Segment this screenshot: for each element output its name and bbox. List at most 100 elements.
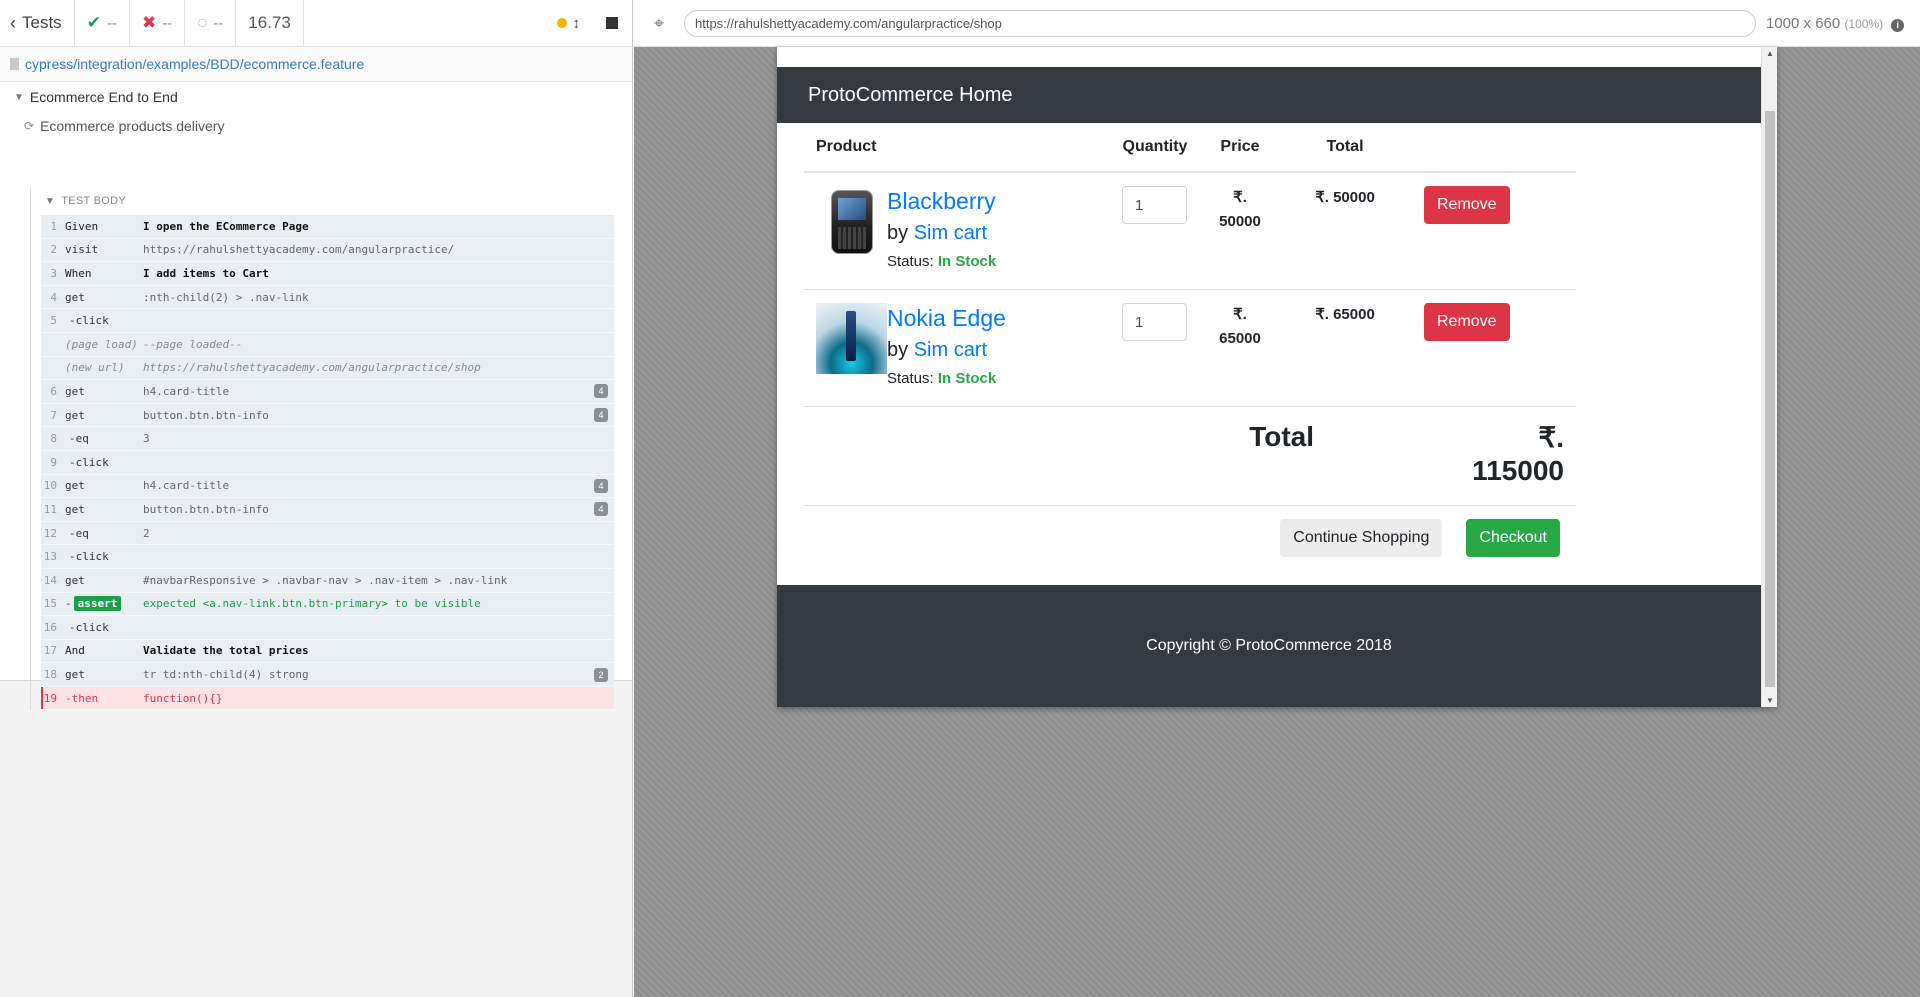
grand-total: ₹. 115000 xyxy=(1472,422,1564,486)
navbar-brand[interactable]: ProtoCommerce Home xyxy=(808,84,1013,107)
command-number: 10 xyxy=(43,479,57,493)
command-number: 16 xyxy=(43,620,57,634)
command-row[interactable]: 4 get:nth-child(2) > .nav-link xyxy=(41,285,614,310)
column-quantity: Quantity xyxy=(1122,138,1188,155)
command-message: :nth-child(2) > .nav-link xyxy=(143,290,309,304)
command-name: -then xyxy=(65,691,99,705)
reporter-panel: ‹ Tests ✔ -- ✖ -- ◌ -- 16.73 ↕ cypress/i… xyxy=(0,0,633,997)
quantity-input[interactable] xyxy=(1122,186,1187,224)
command-row[interactable]: 19 -then function(){} xyxy=(41,686,614,711)
remove-button[interactable]: Remove xyxy=(1424,303,1510,341)
quantity-input[interactable] xyxy=(1122,303,1187,341)
tests-button[interactable]: ‹ Tests xyxy=(0,0,75,47)
protocommerce-page: ProtoCommerce Home Product Quantity Pric… xyxy=(777,47,1761,570)
checkout-button[interactable]: Checkout xyxy=(1466,519,1560,557)
running-indicator-icon xyxy=(556,18,567,28)
command-number: 4 xyxy=(50,290,57,304)
column-product: Product xyxy=(816,138,877,155)
price-cell: ₹. 50000 xyxy=(1219,189,1261,230)
info-icon[interactable]: i xyxy=(1891,18,1905,32)
url-bar[interactable]: https://rahulshettyacademy.com/angularpr… xyxy=(684,9,1756,37)
command-row[interactable]: 8 -eq 3 xyxy=(41,427,614,451)
command-message: tr td:nth-child(4) strong xyxy=(143,668,309,682)
footer: Copyright © ProtoCommerce 2018 xyxy=(777,585,1761,707)
chevron-left-icon: ‹ xyxy=(10,12,16,33)
command-row[interactable]: 12 -eq 2 xyxy=(41,521,614,546)
seller-link[interactable]: Sim cart xyxy=(914,222,987,244)
command-message: 2 xyxy=(143,526,150,540)
command-name: -eq xyxy=(69,526,89,540)
suite-title[interactable]: ▼ Ecommerce End to End xyxy=(0,82,632,112)
command-name: get xyxy=(65,573,85,587)
command-event-row[interactable]: (page load) --page loaded-- xyxy=(41,332,614,357)
command-number: 8 xyxy=(50,432,57,446)
auto-scroll-icon[interactable]: ↕ xyxy=(573,15,581,32)
viewport-info: 1000 x 660 (100%) i xyxy=(1766,15,1905,32)
command-row[interactable]: 1 Given I open the ECommerce Page xyxy=(41,215,614,239)
command-name: Given xyxy=(65,219,99,233)
command-message: https://rahulshettyacademy.com/angularpr… xyxy=(143,361,481,375)
command-number: 6 xyxy=(50,384,57,398)
command-name: When xyxy=(65,266,92,280)
scroll-up-icon[interactable]: ▲ xyxy=(1762,49,1777,58)
seller-link[interactable]: Sim cart xyxy=(914,339,987,361)
command-number: 15 xyxy=(43,597,57,611)
copyright-text: Copyright © ProtoCommerce 2018 xyxy=(1146,637,1392,654)
command-row[interactable]: 18 get tr td:nth-child(4) strong 2 xyxy=(41,663,614,687)
command-row[interactable]: 2 visit https://rahulshettyacademy.com/ang… xyxy=(41,238,614,263)
command-row[interactable]: 7 get button.btn.btn-info 4 xyxy=(41,403,614,428)
scroll-down-icon[interactable]: ▼ xyxy=(1762,696,1777,705)
selector-playground-icon[interactable]: ⌖ xyxy=(634,13,684,34)
command-message: https://rahulshettyacademy.com/angularpr… xyxy=(143,243,455,257)
command-row[interactable]: 5 -click xyxy=(41,309,614,333)
command-event-row[interactable]: (new url) https://rahulshettyacademy.com/… xyxy=(41,356,614,381)
command-row[interactable]: 15 - assert expected <a.nav-link.btn.btn-pr… xyxy=(41,592,614,617)
command-row[interactable]: 6 get h4.card-title 4 xyxy=(41,380,614,404)
command-row[interactable]: 11 get button.btn.btn-info 4 xyxy=(41,498,614,522)
table-row: Blackberry by Sim cart Status: In Stock … xyxy=(804,173,1576,290)
remove-button[interactable]: Remove xyxy=(1424,186,1510,224)
product-title[interactable]: Nokia Edge xyxy=(887,303,1006,333)
command-name: -click xyxy=(69,620,109,634)
command-row[interactable]: 10 get h4.card-title 4 xyxy=(41,474,614,499)
element-count-badge: 4 xyxy=(594,408,608,423)
check-icon: ✔ xyxy=(86,13,101,32)
product-title[interactable]: Blackberry xyxy=(887,186,996,216)
command-name: get xyxy=(65,479,85,493)
aut-panel: ⌖ https://rahulshettyacademy.com/angular… xyxy=(634,0,1920,997)
command-row[interactable]: 3 When I add items to Cart xyxy=(41,262,614,286)
element-count-badge: 4 xyxy=(594,384,608,399)
scrollbar-thumb[interactable] xyxy=(1765,111,1775,687)
command-row[interactable]: 14 get #navbarResponsive > .navbar-nav > .… xyxy=(41,568,614,593)
command-message: expected <a.nav-link.btn.btn-primary> to… xyxy=(143,597,481,611)
total-cell: ₹. 50000 xyxy=(1315,189,1375,206)
assert-badge: assert xyxy=(73,596,122,612)
command-row[interactable]: 17 And Validate the total prices xyxy=(41,639,614,664)
grand-total-row: Total ₹. 115000 xyxy=(804,407,1576,506)
command-row[interactable]: 16 -click xyxy=(41,616,614,640)
continue-shopping-button[interactable]: Continue Shopping xyxy=(1280,519,1443,557)
tests-label: Tests xyxy=(22,13,62,32)
aut-header: ⌖ https://rahulshettyacademy.com/angular… xyxy=(634,0,1920,47)
spec-path[interactable]: cypress/integration/examples/BDD/ecommer… xyxy=(0,47,632,82)
command-number: 13 xyxy=(43,550,57,564)
scrollbar[interactable]: ▲ ▼ xyxy=(1761,47,1777,707)
stock-status: In Stock xyxy=(937,253,997,270)
command-name: get xyxy=(65,408,85,422)
command-number: 2 xyxy=(50,243,57,257)
table-row: Nokia Edge by Sim cart Status: In Stock … xyxy=(804,290,1576,407)
test-body-header[interactable]: ▼ TEST BODY xyxy=(31,187,614,215)
command-message: Validate the total prices xyxy=(143,644,309,658)
command-row[interactable]: 13 -click xyxy=(41,545,614,569)
stop-icon[interactable] xyxy=(606,17,618,29)
command-number: 7 xyxy=(50,408,57,422)
command-number: 5 xyxy=(50,314,57,328)
app-iframe: ProtoCommerce Home Product Quantity Pric… xyxy=(777,47,1777,707)
x-icon: ✖ xyxy=(141,13,157,32)
test-title[interactable]: ⟳ Ecommerce products delivery xyxy=(0,112,632,140)
blackberry-phone-icon xyxy=(830,189,873,254)
command-list: 1 Given I open the ECommerce Page 2 visit htt… xyxy=(41,215,614,711)
command-name: get xyxy=(65,384,85,398)
command-row[interactable]: 9 -click xyxy=(41,450,614,475)
command-number: 17 xyxy=(43,644,57,658)
